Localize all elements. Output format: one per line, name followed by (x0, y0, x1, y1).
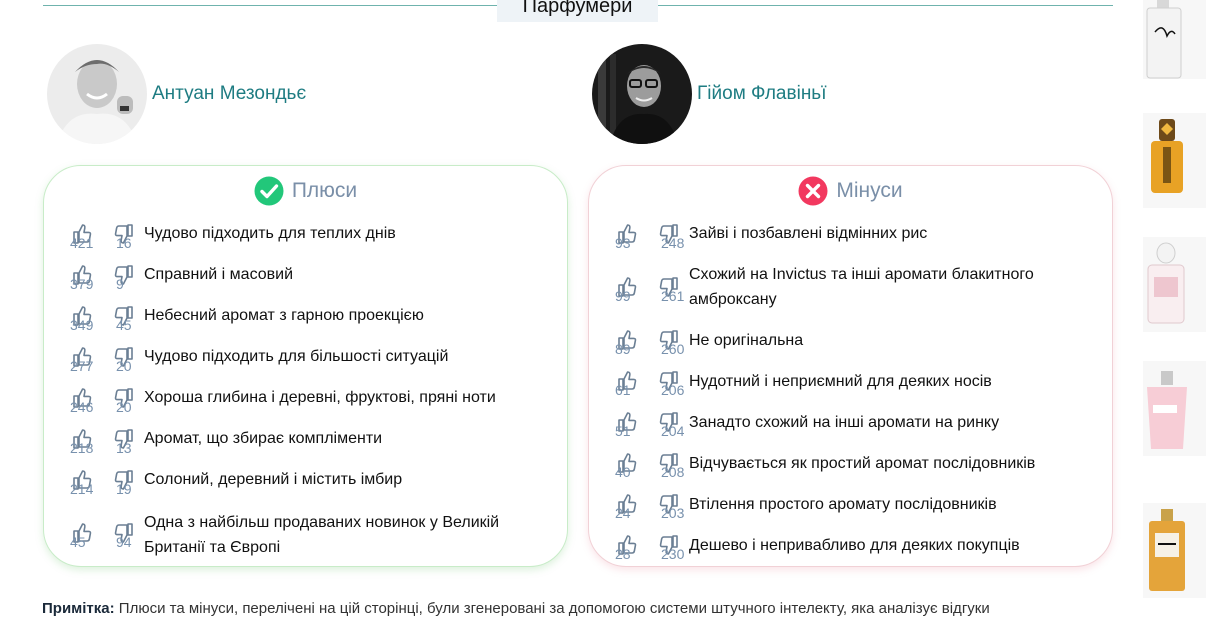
review-point-text: Втілення простого аромату послідовників (689, 496, 997, 513)
upvote-count: 214 (70, 481, 94, 497)
downvote-count: 13 (116, 440, 132, 456)
downvote-count: 9 (116, 276, 124, 292)
upvote-count: 24 (615, 505, 631, 521)
perfumer-name[interactable]: Антуан Мезондьє (152, 83, 306, 105)
review-point-text: Хороша глибина і деревні, фруктові, прян… (144, 389, 496, 406)
downvote-count: 20 (116, 358, 132, 374)
note-text: Плюси та мінуси, перелічені на цій сторі… (118, 600, 990, 617)
perfumer-avatar[interactable] (592, 44, 692, 144)
upvote-count: 61 (615, 382, 631, 398)
upvote-count: 99 (615, 288, 631, 304)
product-thumbnail[interactable] (1143, 237, 1206, 332)
cons-card: Мінуси 93 248 Зайві і позбавлені відмінних… (588, 165, 1113, 567)
upvote-count: 246 (70, 399, 94, 415)
review-point-text: Зайві і позбавлені відмінних рис (689, 225, 928, 242)
downvote-count: 206 (661, 382, 685, 398)
product-thumbnail[interactable] (1143, 503, 1206, 598)
downvote-count: 230 (661, 546, 685, 562)
downvote-count: 204 (661, 423, 685, 439)
downvote-count: 20 (116, 399, 132, 415)
upvote-count: 218 (70, 440, 94, 456)
review-point-text: Дешево і непривабливо для деяких покупці… (689, 537, 1020, 554)
section-divider-right (658, 5, 1113, 6)
x-circle-icon (798, 176, 828, 206)
main-content: Парфумери Антуан Мезондьє Гійом Флавіньї… (32, 0, 1132, 618)
perfumer-avatar[interactable] (47, 44, 147, 144)
upvote-count: 40 (615, 464, 631, 480)
downvote-count: 45 (116, 317, 132, 333)
review-point-text: Аромат, що збирає компліменти (144, 430, 383, 447)
check-circle-icon (254, 176, 284, 206)
upvote-count: 51 (615, 423, 631, 439)
downvote-count: 260 (661, 341, 685, 357)
perfumer-card[interactable]: Антуан Мезондьє (47, 44, 306, 144)
cons-header: Мінуси (589, 176, 1112, 206)
review-point-text: Небесний аромат з гарною проекцією (144, 307, 424, 324)
cons-title: Мінуси (836, 179, 903, 202)
pros-card: Плюси 421 16 Чудово підходить для теплих д… (43, 165, 568, 567)
review-point-text: Одна з найбільш продаваних новинок у Вел… (144, 514, 500, 556)
product-thumbnail[interactable] (1143, 113, 1206, 208)
downvote-count: 94 (116, 534, 132, 550)
pros-header: Плюси (44, 176, 567, 206)
downvote-count: 19 (116, 481, 132, 497)
upvote-count: 349 (70, 317, 94, 333)
review-point-text: Солоний, деревний і містить імбир (144, 471, 403, 488)
note-label: Примітка: (42, 600, 115, 617)
downvote-count: 208 (661, 464, 685, 480)
upvote-count: 421 (70, 235, 94, 251)
review-point-text: Занадто схожий на інші аромати на ринку (689, 414, 1000, 431)
upvote-count: 89 (615, 341, 631, 357)
related-products-column (1143, 0, 1206, 618)
perfumer-name[interactable]: Гійом Флавіньї (697, 83, 826, 105)
review-point-text: Відчувається як простий аромат послідовн… (689, 455, 1036, 472)
pros-title: Плюси (291, 179, 358, 202)
perfumer-card[interactable]: Гійом Флавіньї (592, 44, 826, 144)
review-point-text: Схожий на Invictus та інші аромати блаки… (689, 266, 1034, 308)
product-thumbnail[interactable] (1143, 0, 1206, 79)
product-thumbnail[interactable] (1143, 361, 1206, 456)
downvote-count: 16 (116, 235, 132, 251)
upvote-count: 379 (70, 276, 94, 292)
section-title: Парфумери (497, 0, 658, 22)
upvote-count: 277 (70, 358, 94, 374)
upvote-count: 28 (615, 546, 631, 562)
section-divider-left (43, 5, 497, 6)
downvote-count: 203 (661, 505, 685, 521)
review-point-text: Чудово підходить для теплих днів (144, 225, 396, 242)
upvote-count: 45 (70, 534, 86, 550)
review-point-text: Не оригінальна (689, 332, 804, 349)
downvote-count: 261 (661, 288, 685, 304)
ai-disclaimer-note: Примітка: Плюси та мінуси, перелічені на… (42, 600, 1132, 617)
review-point-text: Справний і масовий (144, 266, 294, 283)
review-point-text: Нудотний і неприємний для деяких носів (689, 373, 992, 390)
downvote-count: 248 (661, 235, 685, 251)
review-point-text: Чудово підходить для більшості ситуацій (144, 348, 449, 365)
upvote-count: 93 (615, 235, 631, 251)
